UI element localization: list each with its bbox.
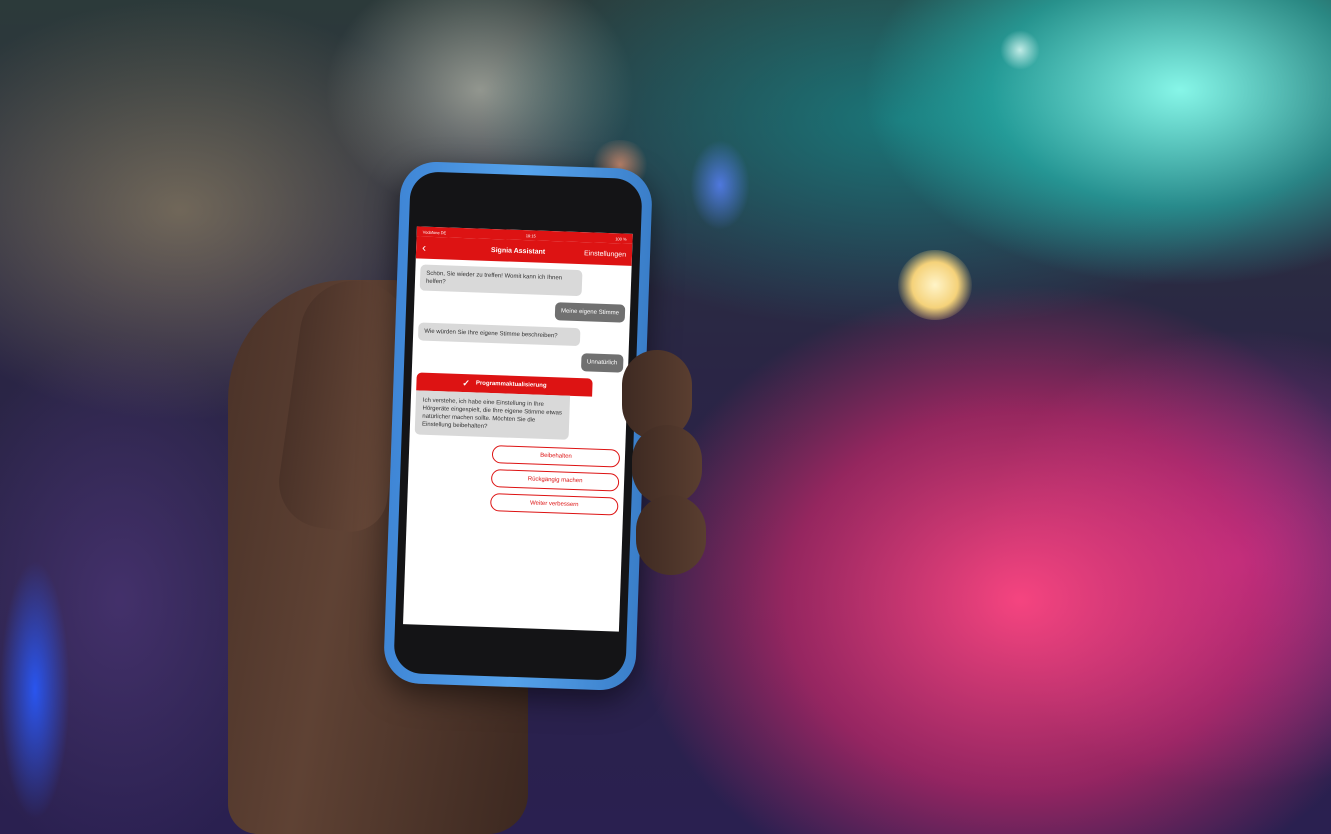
finger (632, 425, 702, 505)
keep-button[interactable]: Beibehalten (491, 445, 621, 468)
chat-thread: Schön, Sie wieder zu treffen! Womit kann… (407, 258, 632, 527)
settings-link[interactable]: Einstellungen (584, 250, 626, 258)
app-title: Signia Assistant (490, 246, 546, 256)
phone-body: Vodafone DE 19:15 100 % ‹ Signia Assista… (393, 171, 643, 681)
smartphone: Vodafone DE 19:15 100 % ‹ Signia Assista… (382, 160, 654, 692)
bokeh-light-yellow (898, 250, 972, 320)
battery-label: 100 % (615, 235, 627, 242)
user-message: Unnatürlich (580, 353, 624, 373)
improve-button[interactable]: Weiter verbessern (490, 493, 619, 516)
chevron-left-icon[interactable]: ‹ (422, 241, 452, 256)
assistant-message: Schön, Sie wieder zu treffen! Womit kann… (419, 264, 583, 297)
assistant-message: Wie würden Sie Ihre eigene Stimme beschr… (417, 322, 581, 347)
user-message: Meine eigene Stimme (554, 302, 626, 323)
bokeh-light-blue (0, 560, 70, 820)
phone-screen: Vodafone DE 19:15 100 % ‹ Signia Assista… (403, 226, 633, 632)
bokeh-light-cyan (1000, 30, 1040, 70)
program-update-message: Ich verstehe, ich habe eine Einstellung … (414, 390, 571, 440)
check-icon: ✓ (462, 377, 471, 388)
finger (636, 495, 706, 575)
carrier-label: Vodafone DE (422, 229, 447, 235)
photo-scene: Vodafone DE 19:15 100 % ‹ Signia Assista… (0, 0, 1331, 834)
status-time: 19:15 (525, 232, 536, 239)
undo-button[interactable]: Rückgängig machen (490, 469, 620, 492)
program-update-title: Programmaktualisierung (475, 380, 547, 389)
bokeh-light-violet (690, 140, 750, 230)
